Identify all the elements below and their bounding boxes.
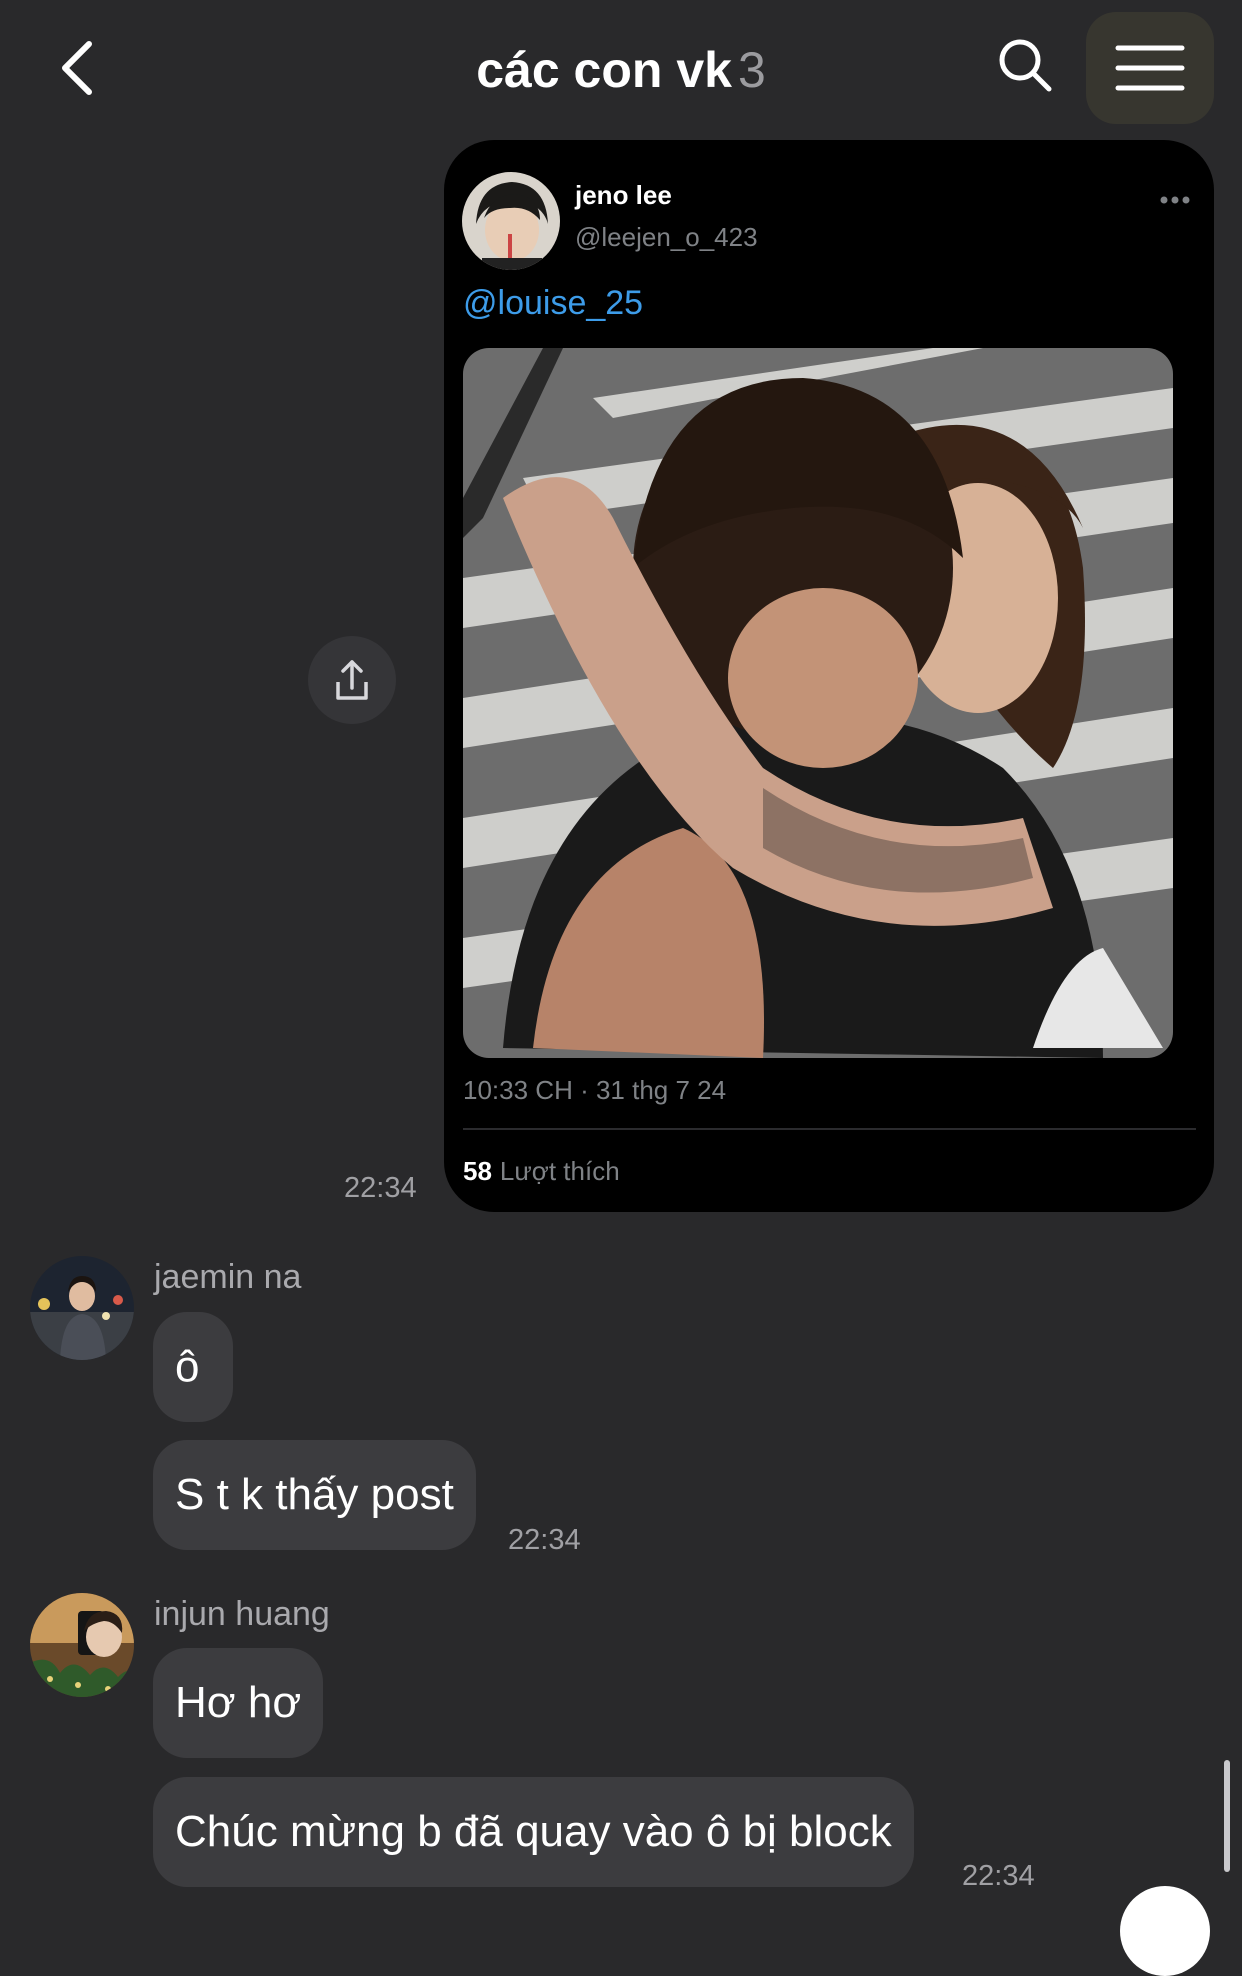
post-mention-link[interactable]: @louise_25 (463, 284, 643, 323)
message-bubble[interactable]: ô (153, 1312, 233, 1422)
message-bubble[interactable]: Hơ hơ (153, 1648, 324, 1758)
sender-avatar-injun[interactable] (30, 1593, 134, 1697)
search-icon[interactable] (996, 36, 1054, 94)
share-upload-icon (336, 660, 368, 700)
scroll-to-bottom-button[interactable] (1120, 1886, 1210, 1976)
chat-name: các con vk (476, 42, 732, 98)
sender-name: injun huang (154, 1595, 330, 1633)
author-handle: @leejen_o_423 (575, 222, 758, 252)
sender-avatar-jaemin[interactable] (30, 1256, 134, 1360)
member-count: 3 (737, 42, 766, 98)
chat-title: các con vk 3 (0, 40, 1242, 100)
likes-count: 58 (463, 1156, 492, 1186)
post-photo[interactable] (463, 348, 1173, 1058)
message-bubble[interactable]: Chúc mừng b đã quay vào ô bị block (153, 1777, 914, 1887)
message-bubble[interactable]: S t k thấy post (153, 1440, 476, 1550)
likes-label: Lượt thích (499, 1156, 620, 1186)
share-button[interactable] (308, 636, 396, 724)
menu-button[interactable] (1086, 12, 1214, 124)
message-time: 22:34 (508, 1524, 581, 1556)
post-likes[interactable]: 58 Lượt thích (463, 1156, 620, 1187)
post-timestamp: 10:33 CH · 31 thg 7 24 (463, 1075, 727, 1105)
divider (463, 1128, 1196, 1130)
author-name: jeno lee (575, 180, 672, 210)
sender-name: jaemin na (154, 1258, 302, 1296)
message-time: 22:34 (962, 1860, 1035, 1892)
more-horizontal-icon[interactable] (1158, 190, 1192, 210)
scrollbar[interactable] (1224, 1760, 1230, 1872)
message-time: 22:34 (344, 1172, 417, 1204)
hamburger-menu-icon (1115, 45, 1185, 91)
author-avatar[interactable] (462, 172, 560, 270)
